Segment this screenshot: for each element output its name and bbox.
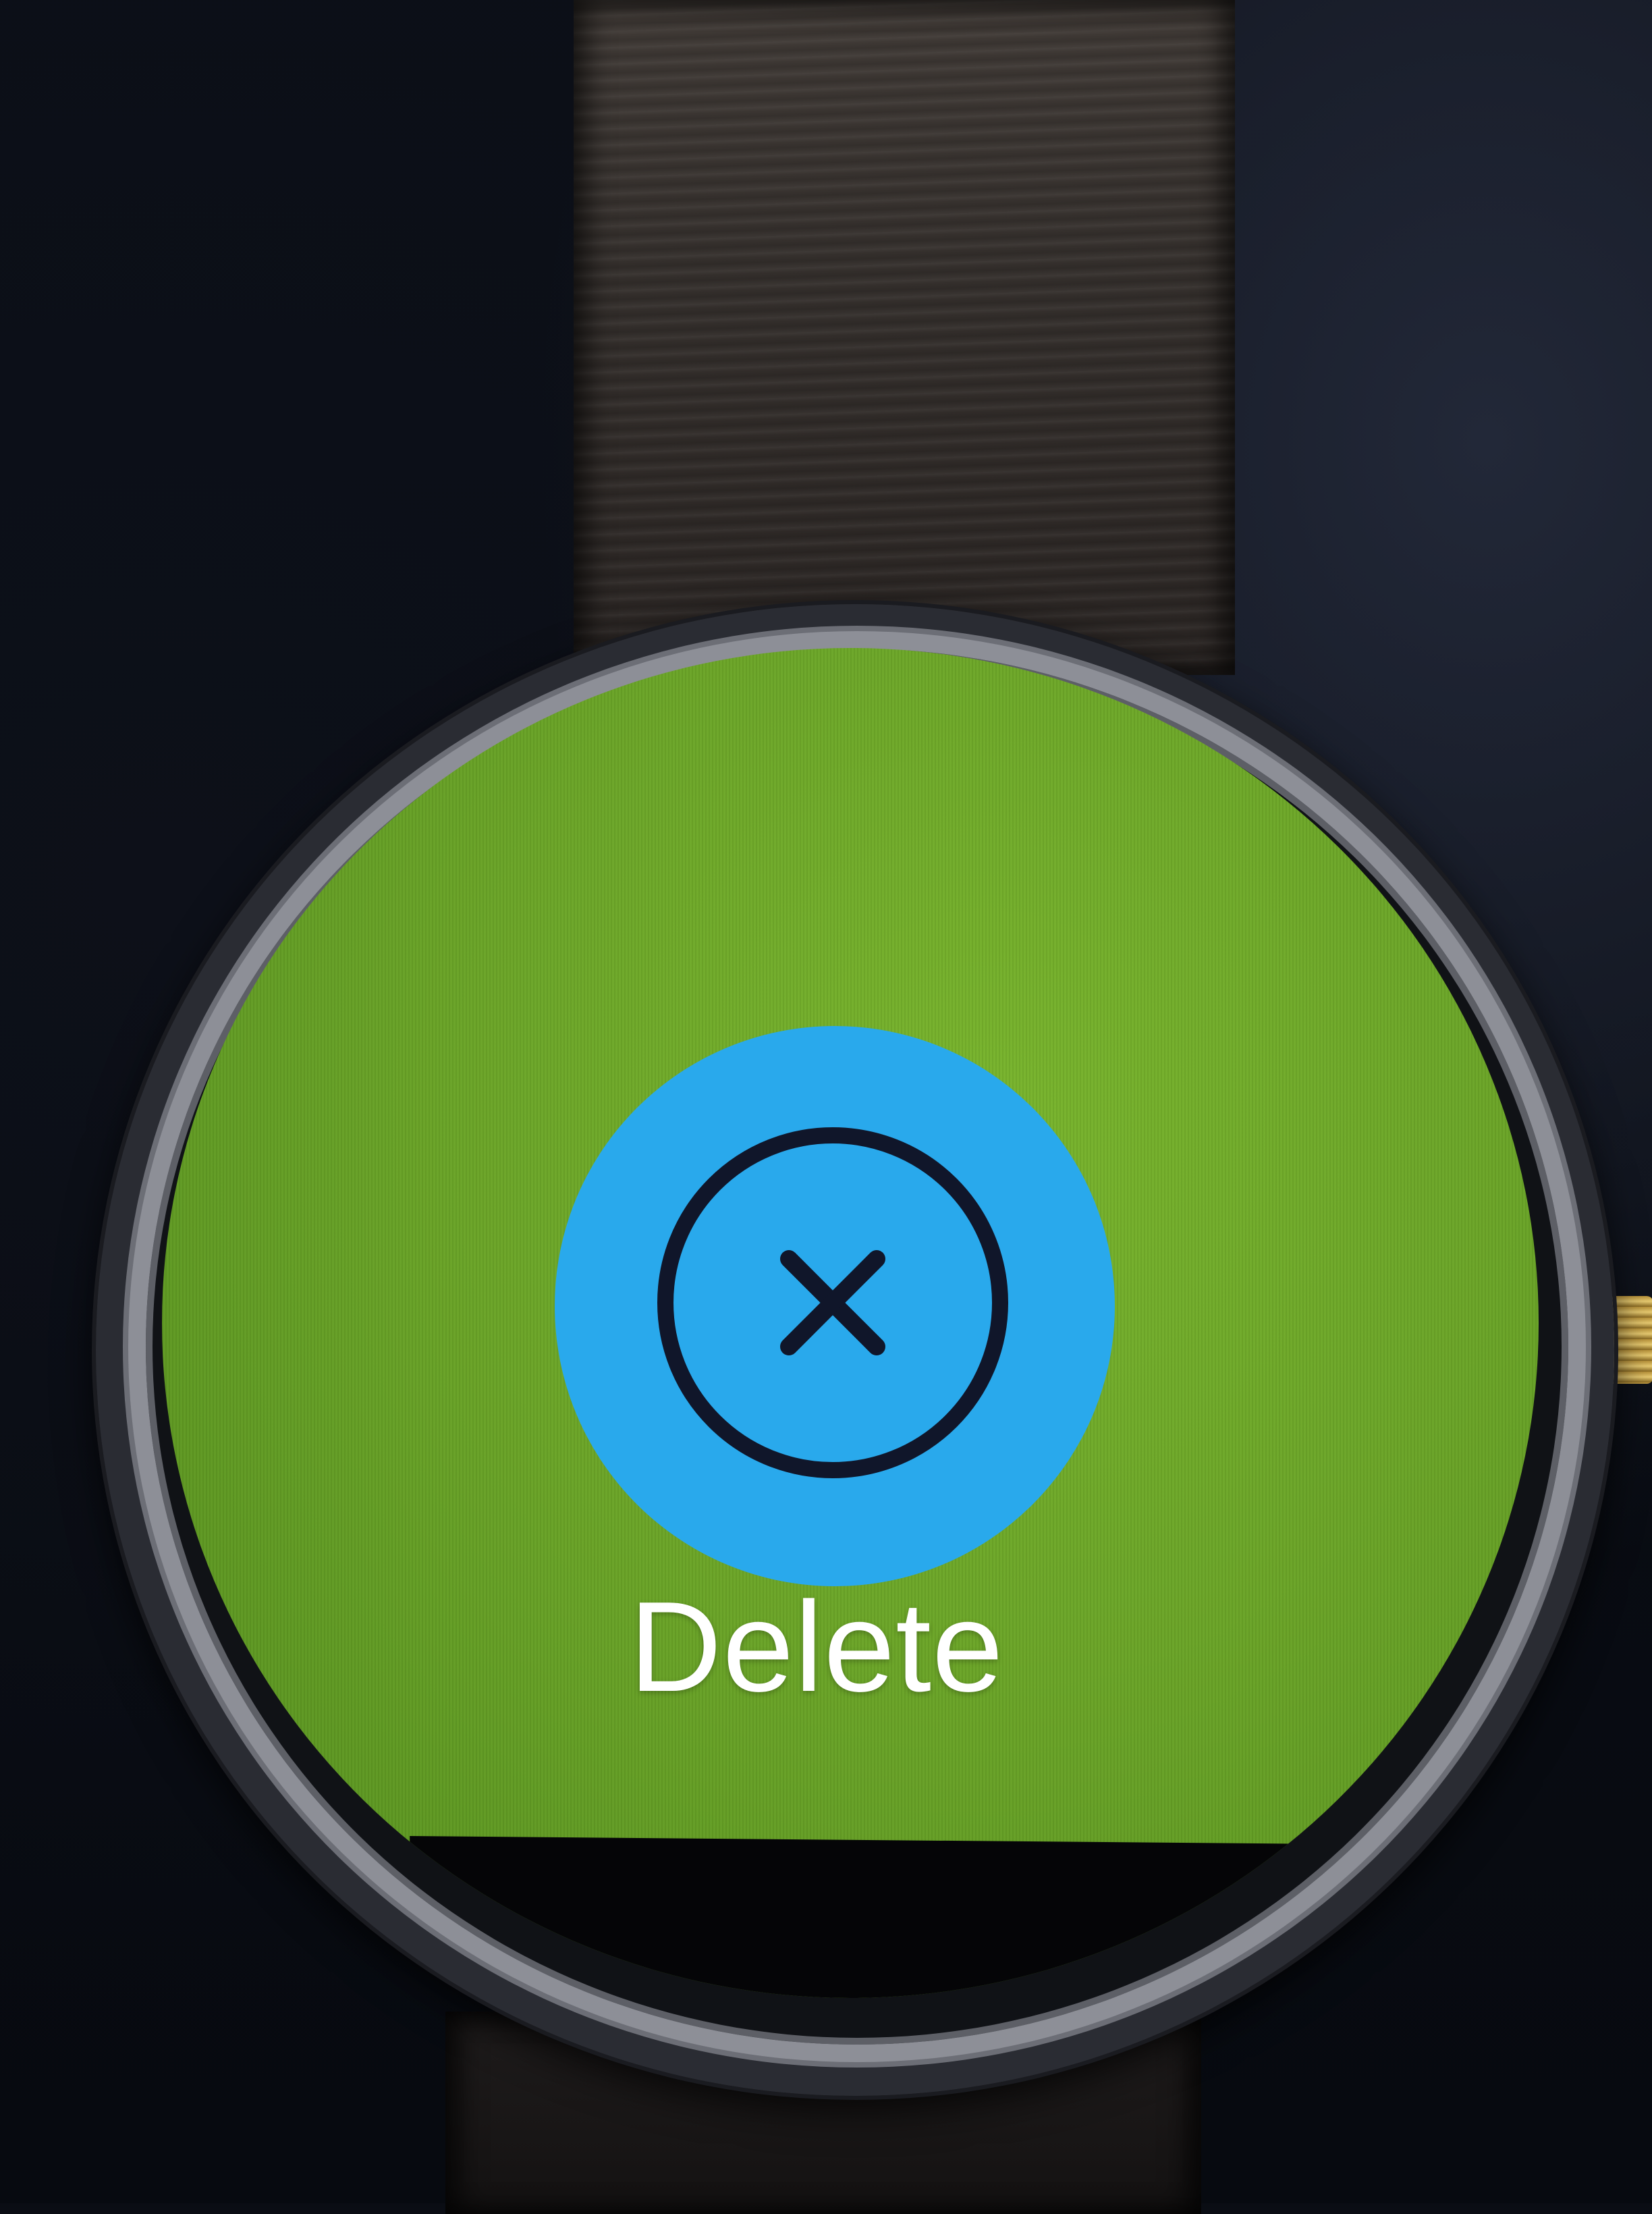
watch-strap-top bbox=[574, 0, 1235, 675]
delete-label: Delete bbox=[629, 1575, 1004, 1719]
delete-button[interactable] bbox=[555, 1026, 1115, 1586]
cancel-circle-x-icon bbox=[657, 1127, 1008, 1478]
